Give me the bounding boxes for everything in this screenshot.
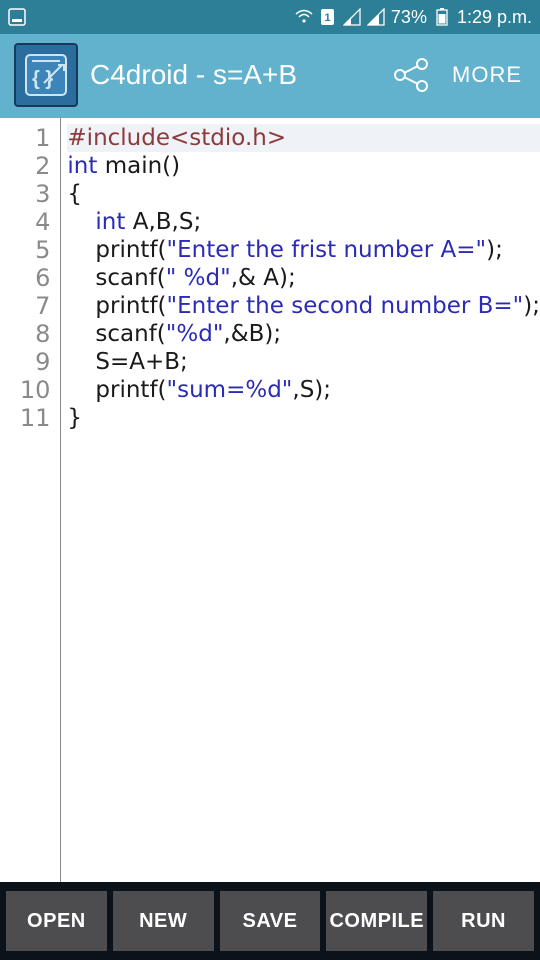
svg-text:1: 1	[325, 12, 331, 24]
bottom-toolbar: OPEN NEW SAVE COMPILE RUN	[0, 882, 540, 960]
code-token: scanf(	[95, 265, 165, 291]
code-line[interactable]: scanf(" %d",& A);	[67, 264, 540, 292]
code-editor[interactable]: 1234567891011 #include<stdio.h>int main(…	[0, 118, 540, 882]
code-token: scanf(	[95, 321, 165, 347]
code-token: " %d"	[166, 265, 231, 291]
line-number: 7	[0, 292, 50, 320]
code-token: {	[67, 181, 82, 207]
more-button[interactable]: MORE	[448, 62, 526, 88]
app-icon[interactable]: { }	[14, 43, 78, 107]
code-token: int	[67, 153, 97, 179]
share-button[interactable]	[386, 50, 436, 100]
line-number: 2	[0, 152, 50, 180]
code-area[interactable]: #include<stdio.h>int main(){int A,B,S;pr…	[61, 118, 540, 882]
compile-button[interactable]: COMPILE	[326, 891, 427, 951]
open-button[interactable]: OPEN	[6, 891, 107, 951]
code-line[interactable]: printf("sum=%d",S);	[67, 376, 540, 404]
code-token: ,S);	[292, 377, 331, 403]
code-line[interactable]: int main()	[67, 152, 540, 180]
share-icon	[392, 56, 430, 94]
code-token: ,&B);	[223, 321, 281, 347]
code-token: "Enter the frist number A="	[167, 237, 487, 263]
code-token: ,& A);	[231, 265, 296, 291]
line-number: 4	[0, 208, 50, 236]
code-token: printf(	[95, 237, 166, 263]
code-line[interactable]: {	[67, 180, 540, 208]
code-token: printf(	[95, 293, 166, 319]
picture-icon	[8, 8, 26, 26]
code-line[interactable]: }	[67, 404, 540, 432]
code-token: "sum=%d"	[167, 377, 293, 403]
line-number: 8	[0, 320, 50, 348]
clock-text: 1:29 p.m.	[457, 7, 532, 28]
app-bar: { } C4droid - s=A+B MORE	[0, 34, 540, 118]
run-button[interactable]: RUN	[433, 891, 534, 951]
line-number: 11	[0, 404, 50, 432]
svg-text:{ }: { }	[32, 68, 53, 90]
code-token: S=A+B;	[95, 349, 187, 375]
app-title: C4droid - s=A+B	[90, 59, 374, 91]
battery-icon	[433, 8, 451, 26]
line-number: 1	[0, 124, 50, 152]
signal1-icon	[343, 8, 361, 26]
code-token: printf(	[95, 377, 166, 403]
code-token: #include<stdio.h>	[67, 125, 286, 151]
line-number: 3	[0, 180, 50, 208]
new-button[interactable]: NEW	[113, 891, 214, 951]
code-token: "%d"	[166, 321, 224, 347]
signal2-icon	[367, 8, 385, 26]
save-button[interactable]: SAVE	[220, 891, 321, 951]
line-gutter: 1234567891011	[0, 118, 61, 882]
line-number: 9	[0, 348, 50, 376]
line-number: 5	[0, 236, 50, 264]
code-token: A,B,S;	[125, 209, 201, 235]
code-line[interactable]: #include<stdio.h>	[67, 124, 540, 152]
code-token: }	[67, 405, 82, 431]
wifi-icon	[295, 8, 313, 26]
status-bar: 1 73% 1:29 p.m.	[0, 0, 540, 34]
battery-percent: 73%	[391, 7, 427, 28]
code-line[interactable]: scanf("%d",&B);	[67, 320, 540, 348]
code-line[interactable]: int A,B,S;	[67, 208, 540, 236]
sim-icon: 1	[319, 8, 337, 26]
code-line[interactable]: S=A+B;	[67, 348, 540, 376]
line-number: 10	[0, 376, 50, 404]
code-token: int	[95, 209, 125, 235]
code-token: main()	[97, 153, 180, 179]
line-number: 6	[0, 264, 50, 292]
code-line[interactable]: printf("Enter the second number B=");	[67, 292, 540, 320]
code-line[interactable]: printf("Enter the frist number A=");	[67, 236, 540, 264]
code-token: );	[523, 293, 540, 319]
code-token: );	[486, 237, 503, 263]
code-token: "Enter the second number B="	[167, 293, 524, 319]
